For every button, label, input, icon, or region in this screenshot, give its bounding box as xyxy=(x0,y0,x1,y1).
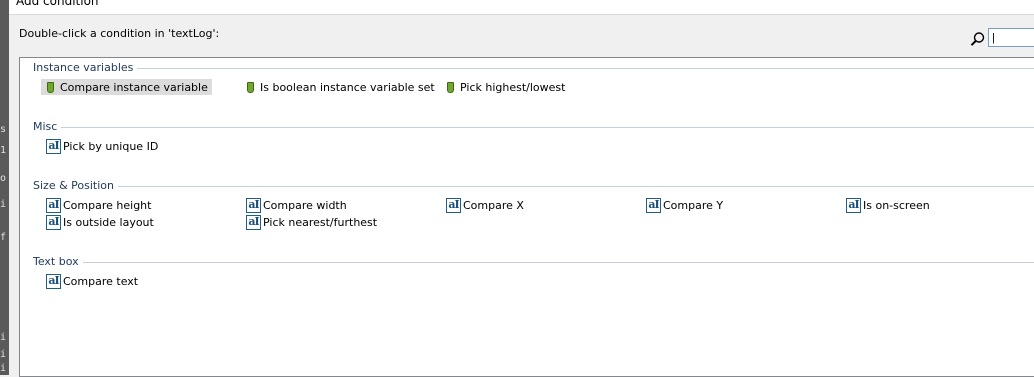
strip-glyph: o xyxy=(0,173,7,184)
condition-item[interactable]: aI Compare width xyxy=(241,197,347,213)
condition-item[interactable]: aI Pick by unique ID xyxy=(41,138,158,154)
group-heading: Misc xyxy=(33,120,62,133)
strip-glyph: s xyxy=(0,124,7,135)
search-input[interactable] xyxy=(988,28,1034,47)
text-object-icon: aI xyxy=(46,197,61,213)
condition-label: Compare height xyxy=(63,198,152,212)
text-object-icon: aI xyxy=(46,138,61,154)
pin-icon xyxy=(247,81,254,93)
text-object-icon: aI xyxy=(446,197,461,213)
condition-item[interactable]: aI Compare Y xyxy=(641,197,723,213)
strip-glyph: i xyxy=(0,332,7,343)
condition-label: Compare width xyxy=(263,198,347,212)
group-divider xyxy=(61,127,1034,128)
strip-glyph: i xyxy=(0,349,7,360)
background-editor-strip: s 1 o i f i i i xyxy=(0,0,9,375)
condition-item[interactable]: aI Compare height xyxy=(41,197,151,213)
condition-label: Pick nearest/furthest xyxy=(263,215,378,229)
condition-label: Compare X xyxy=(463,198,524,212)
pin-icon xyxy=(47,81,54,93)
group-divider xyxy=(137,68,1034,69)
dialog-title: Add condition xyxy=(16,0,99,8)
instruction-text: Double-click a condition in 'textLog': xyxy=(19,27,220,40)
condition-label: Is boolean instance variable set xyxy=(260,80,435,94)
group-heading: Size & Position xyxy=(33,179,118,192)
search-icon xyxy=(970,32,985,46)
condition-label: Compare text xyxy=(63,274,139,288)
text-object-icon: aI xyxy=(646,197,661,213)
pin-icon xyxy=(447,81,454,93)
conditions-panel[interactable]: Instance variables Compare instance varia… xyxy=(19,57,1034,377)
strip-glyph: 1 xyxy=(0,145,7,156)
condition-label: Is outside layout xyxy=(63,215,154,229)
text-object-icon: aI xyxy=(46,214,61,230)
dialog-titlebar[interactable]: Add condition xyxy=(9,0,1034,15)
condition-label: Pick by unique ID xyxy=(63,139,159,153)
condition-label: Compare instance variable xyxy=(60,80,208,94)
group-heading: Text box xyxy=(33,255,83,268)
strip-glyph: i xyxy=(0,363,7,374)
condition-item[interactable]: Compare instance variable xyxy=(41,79,212,95)
condition-item[interactable]: aI Compare text xyxy=(41,273,138,289)
condition-item[interactable]: aI Is on-screen xyxy=(841,197,930,213)
strip-glyph: f xyxy=(0,232,7,243)
text-object-icon: aI xyxy=(46,273,61,289)
text-object-icon: aI xyxy=(246,197,261,213)
condition-label: Pick highest/lowest xyxy=(460,80,566,94)
condition-label: Compare Y xyxy=(663,198,724,212)
strip-glyph: i xyxy=(0,199,7,210)
condition-item[interactable]: aI Pick nearest/furthest xyxy=(241,214,377,230)
condition-item[interactable]: aI Is outside layout xyxy=(41,214,154,230)
group-divider xyxy=(118,186,1034,187)
group-heading: Instance variables xyxy=(33,61,138,74)
group-divider xyxy=(83,262,1034,263)
condition-item[interactable]: Is boolean instance variable set xyxy=(241,79,435,95)
text-object-icon: aI xyxy=(246,214,261,230)
condition-item[interactable]: Pick highest/lowest xyxy=(441,79,565,95)
condition-label: Is on-screen xyxy=(863,198,930,212)
text-object-icon: aI xyxy=(846,197,861,213)
condition-item[interactable]: aI Compare X xyxy=(441,197,524,213)
